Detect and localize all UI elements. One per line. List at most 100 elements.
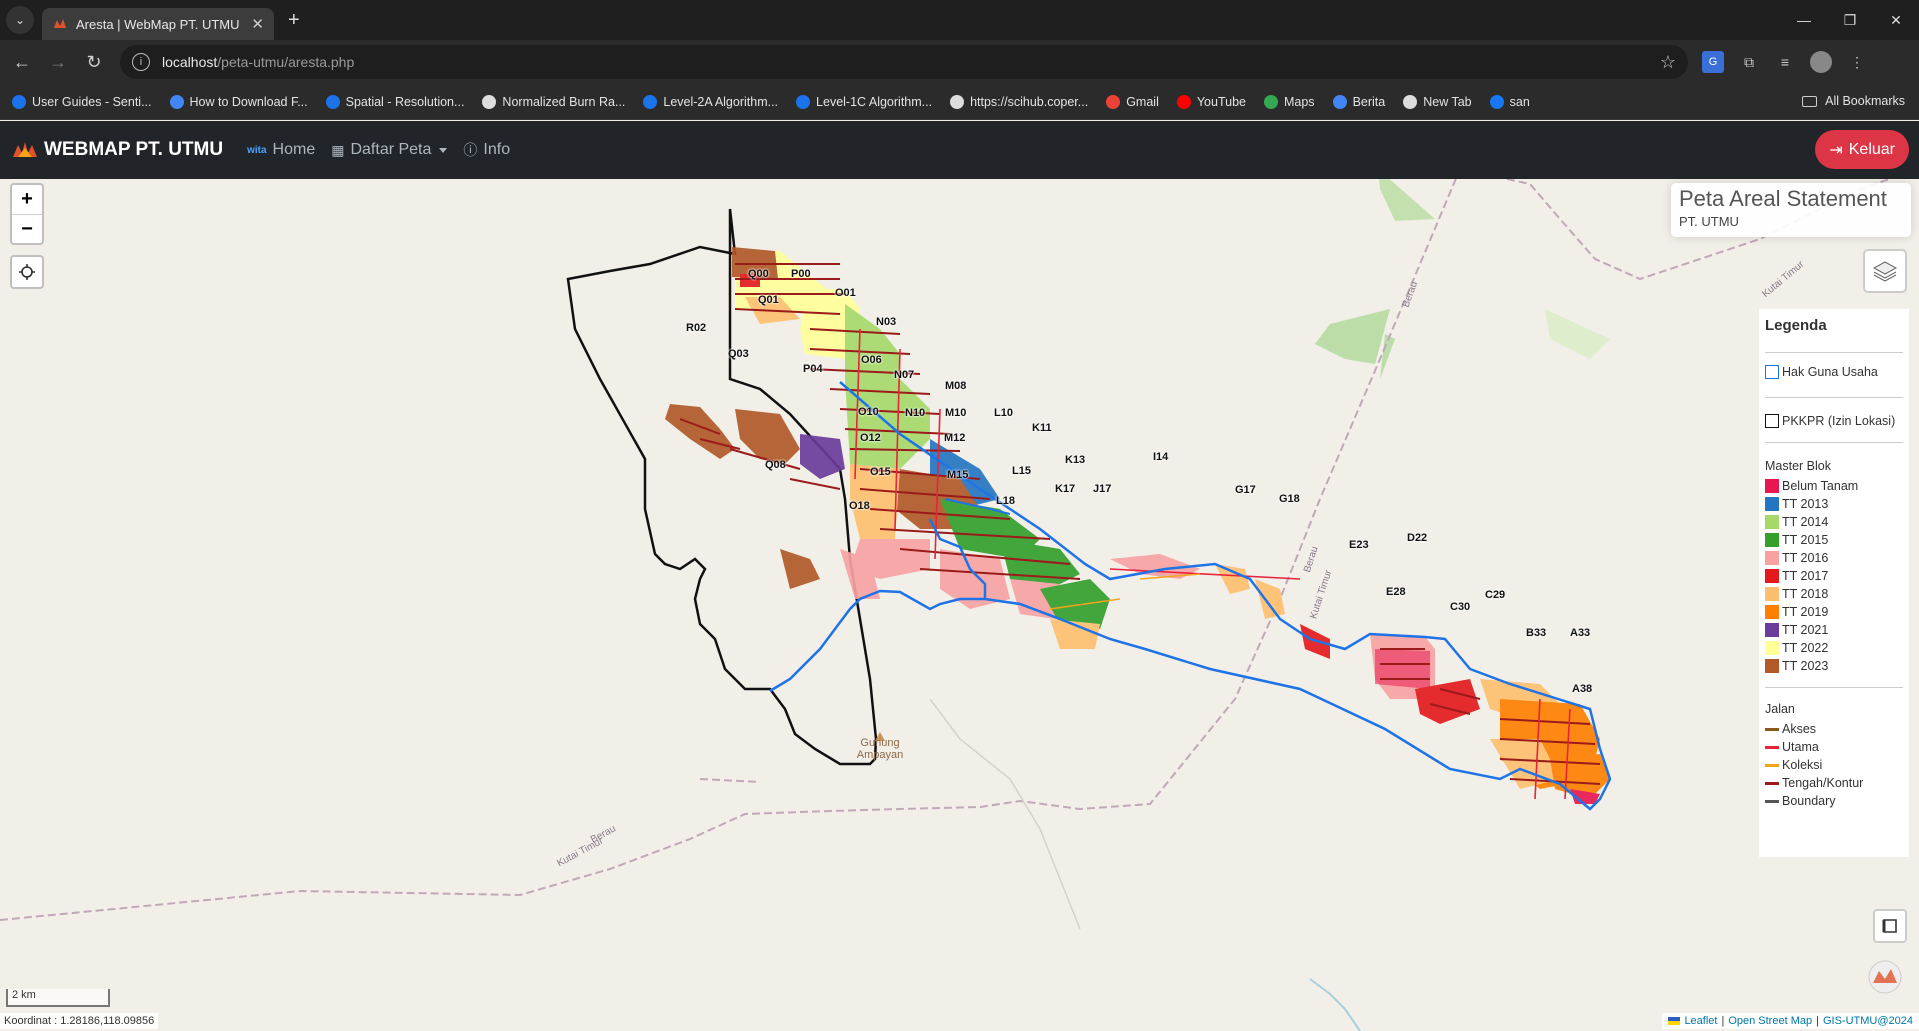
nav-daftar-peta[interactable]: ▦ Daftar Peta	[331, 141, 448, 159]
bookmark-label: Normalized Burn Ra...	[502, 94, 626, 109]
back-icon[interactable]: ←	[4, 44, 40, 80]
url-path: /peta-utmu/aresta.php	[217, 54, 355, 70]
legend-pkkpr: PKKPR (Izin Lokasi)	[1765, 412, 1903, 430]
url-input[interactable]: i localhost/peta-utmu/aresta.php ☆	[120, 45, 1688, 79]
tab-search-button[interactable]: ⌄	[6, 6, 34, 34]
bookmark-favicon-icon	[325, 94, 340, 109]
site-info-icon[interactable]: i	[132, 53, 150, 71]
address-toolbar: ← → ↻ i localhost/peta-utmu/aresta.php ☆…	[0, 40, 1919, 84]
map-logo-icon	[1868, 960, 1902, 994]
nav-info[interactable]: ⓘ Info	[463, 140, 510, 160]
block-label: I14	[1153, 451, 1169, 463]
gis-link[interactable]: GIS-UTMU@2024	[1823, 1015, 1913, 1027]
bookmark-label: Berita	[1352, 94, 1386, 109]
layers-button[interactable]	[1863, 249, 1907, 293]
close-window-icon[interactable]: ✕	[1873, 0, 1919, 40]
new-tab-icon[interactable]: +	[288, 9, 300, 32]
bookmark-item[interactable]: YouTube	[1176, 94, 1246, 109]
legend-panel: Legenda Hak Guna Usaha PKKPR (Izin Lokas…	[1759, 309, 1909, 857]
legend-block-label: TT 2017	[1782, 569, 1829, 583]
bookmark-star-icon[interactable]: ☆	[1660, 52, 1676, 73]
all-bookmarks-button[interactable]: All Bookmarks	[1802, 94, 1905, 108]
block-label: P00	[791, 268, 811, 280]
reload-icon[interactable]: ↻	[76, 44, 112, 80]
osm-link[interactable]: Open Street Map	[1728, 1015, 1812, 1027]
bookmark-item[interactable]: New Tab	[1403, 94, 1472, 109]
locate-button[interactable]	[10, 255, 44, 289]
bookmark-favicon-icon	[12, 94, 26, 109]
leaflet-flag-icon	[1668, 1017, 1681, 1025]
block-label: N03	[876, 316, 897, 328]
bookmark-item[interactable]: Berita	[1332, 94, 1386, 109]
brand[interactable]: WEBMAP PT. UTMU	[12, 139, 223, 161]
logout-label: Keluar	[1848, 140, 1895, 158]
bookmark-favicon-icon	[1403, 94, 1418, 109]
block-swatch	[1765, 569, 1779, 583]
browser-tabbar: ⌄ Aresta | WebMap PT. UTMU ✕ + — ❐ ✕	[0, 0, 1919, 40]
media-icon[interactable]: ≡	[1774, 51, 1796, 73]
legend-block-label: TT 2013	[1782, 497, 1829, 511]
legend-pkkpr-label: PKKPR (Izin Lokasi)	[1782, 414, 1896, 428]
block-label: O06	[861, 354, 882, 366]
translate-icon[interactable]: G	[1702, 51, 1724, 73]
block-label: D22	[1407, 532, 1428, 544]
block-swatch	[1765, 533, 1779, 547]
bookmark-item[interactable]: https://scihub.coper...	[950, 94, 1088, 109]
bookmark-label: New Tab	[1423, 94, 1472, 109]
legend-divider	[1765, 352, 1903, 353]
forward-icon[interactable]: →	[40, 44, 76, 80]
leaflet-link[interactable]: Leaflet	[1684, 1015, 1717, 1027]
legend-block-label: TT 2022	[1782, 641, 1829, 655]
pkkpr-swatch	[1765, 414, 1779, 428]
map-canvas[interactable]: Q00 P00 Q01 O01 R02 N03 Q03 O06 P04 N07 M08 O10 N10 M…	[0, 179, 1919, 1031]
bookmark-item[interactable]: Level-2A Algorithm...	[643, 94, 779, 109]
profile-avatar-icon[interactable]	[1810, 51, 1832, 73]
legend-road-item: Utama	[1765, 738, 1903, 756]
legend-road-label: Boundary	[1782, 794, 1836, 808]
bookmark-label: Maps	[1283, 94, 1315, 109]
fullscreen-button[interactable]	[1873, 909, 1907, 943]
bookmark-label: Level-2A Algorithm...	[663, 94, 779, 109]
bookmark-favicon-icon	[482, 94, 497, 109]
zoom-in-button[interactable]: +	[12, 185, 42, 214]
close-tab-icon[interactable]: ✕	[251, 15, 264, 33]
bookmark-item[interactable]: Spatial - Resolution...	[325, 94, 464, 109]
zoom-out-button[interactable]: −	[12, 214, 42, 243]
legend-block-label: TT 2014	[1782, 515, 1829, 529]
bookmark-item[interactable]: san	[1489, 94, 1530, 109]
legend-block-item: TT 2021	[1765, 621, 1903, 639]
legend-block-item: Belum Tanam	[1765, 477, 1903, 495]
logout-button[interactable]: ⇥ Keluar	[1815, 130, 1909, 169]
map-title: Peta Areal Statement	[1679, 186, 1887, 211]
legend-block-label: Belum Tanam	[1782, 479, 1859, 493]
bookmark-favicon-icon	[1489, 94, 1504, 109]
bookmark-item[interactable]: How to Download F...	[169, 94, 308, 109]
bookmark-item[interactable]: Maps	[1263, 94, 1315, 109]
block-swatch	[1765, 623, 1779, 637]
legend-jalan: Jalan	[1765, 702, 1795, 716]
place-label: Gunung Ampayan	[856, 737, 904, 761]
bookmark-favicon-icon	[796, 94, 811, 109]
minimize-icon[interactable]: —	[1781, 0, 1827, 40]
browser-tab[interactable]: Aresta | WebMap PT. UTMU ✕	[42, 8, 274, 40]
restore-icon[interactable]: ❐	[1827, 0, 1873, 40]
nav-home[interactable]: wita Home	[247, 141, 315, 159]
bookmark-item[interactable]: User Guides - Senti...	[12, 94, 152, 109]
extensions-icon[interactable]: ⧉	[1738, 51, 1760, 73]
bookmark-label: san	[1509, 94, 1530, 109]
block-label: G18	[1279, 493, 1300, 505]
legend-road-item: Boundary	[1765, 792, 1903, 810]
block-label: A33	[1570, 627, 1591, 639]
legend-block-item: TT 2018	[1765, 585, 1903, 603]
bookmark-item[interactable]: Level-1C Algorithm...	[796, 94, 932, 109]
extension-icons: G ⧉ ≡ ⋮	[1702, 51, 1868, 73]
block-label: E28	[1386, 586, 1406, 598]
menu-icon[interactable]: ⋮	[1846, 51, 1868, 73]
bookmark-item[interactable]: Gmail	[1106, 94, 1159, 109]
legend-block-item: TT 2019	[1765, 603, 1903, 621]
road-swatch	[1765, 727, 1779, 731]
layers-icon	[1872, 261, 1898, 282]
bookmark-item[interactable]: Normalized Burn Ra...	[482, 94, 626, 109]
block-swatch	[1765, 551, 1779, 565]
fullscreen-icon	[1882, 919, 1897, 933]
